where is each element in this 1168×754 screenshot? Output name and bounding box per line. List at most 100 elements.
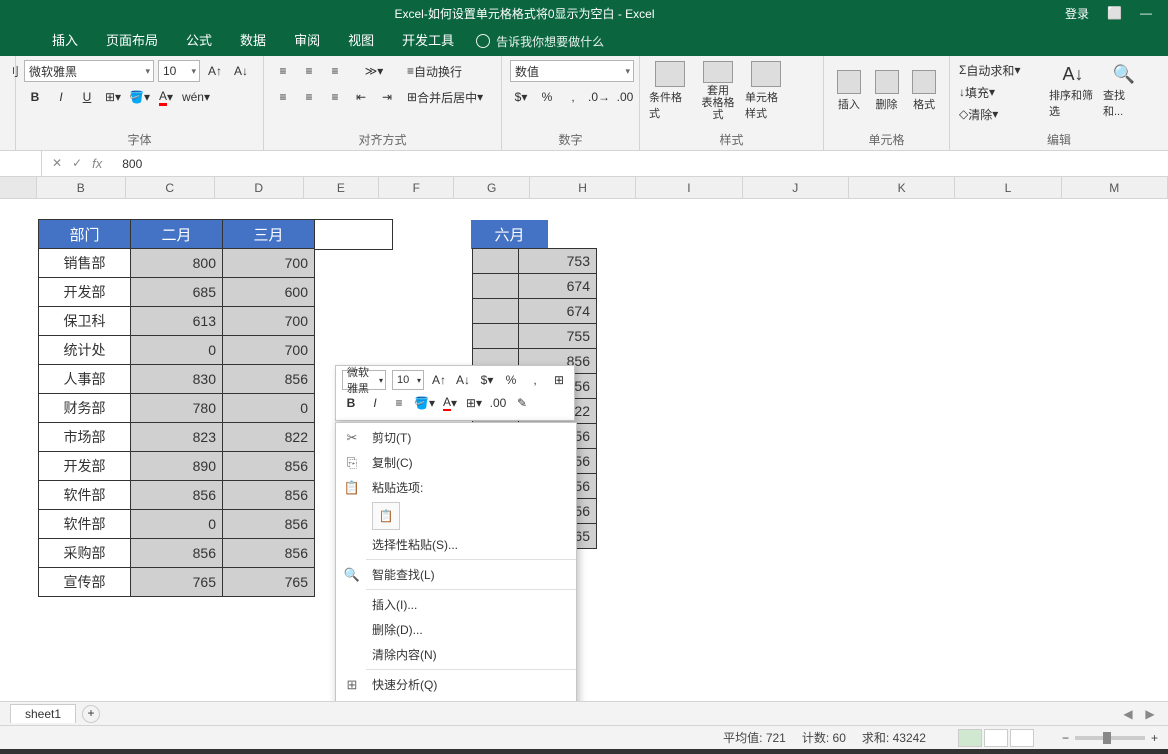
mini-font-name[interactable]: 微软雅黑 <box>342 370 386 390</box>
header-jun[interactable]: 六月 <box>471 220 549 250</box>
border-button[interactable]: ⊞▾ <box>102 86 124 108</box>
table-row[interactable]: 市场部823822 <box>39 423 315 452</box>
format-as-table-button[interactable]: 套用 表格格式 <box>696 60 740 122</box>
data-table[interactable]: 部门 二月 三月 六月 <box>38 219 393 250</box>
font-color-button[interactable]: A▾ <box>155 86 177 108</box>
table-row[interactable]: 开发部890856 <box>39 452 315 481</box>
select-all-corner[interactable] <box>0 177 37 198</box>
percent-button[interactable]: % <box>536 86 558 108</box>
col-header-M[interactable]: M <box>1062 177 1168 198</box>
increase-font-button[interactable]: A↑ <box>204 60 226 82</box>
tab-data[interactable]: 数据 <box>226 26 280 56</box>
mini-align[interactable]: ≡ <box>390 393 408 413</box>
italic-button[interactable]: I <box>50 86 72 108</box>
restore-button[interactable]: ⬜ <box>1107 6 1122 20</box>
header-feb[interactable]: 二月 <box>131 220 223 250</box>
align-bottom-button[interactable]: ≡ <box>324 60 346 82</box>
table-row[interactable]: 销售部800700 <box>39 249 315 278</box>
fill-button[interactable]: ↓ 填充 ▾ <box>958 82 1024 102</box>
login-button[interactable]: 登录 <box>1065 5 1089 22</box>
menu-copy[interactable]: ⎘复制(C) <box>336 450 576 475</box>
mini-decimals[interactable]: .00 <box>489 393 507 413</box>
tab-view[interactable]: 视图 <box>334 26 388 56</box>
mini-percent[interactable]: % <box>502 370 520 390</box>
delete-cells-button[interactable]: 删除 <box>870 60 904 122</box>
fill-color-button[interactable]: 🪣▾ <box>128 86 151 108</box>
zoom-control[interactable]: − + <box>1062 731 1158 745</box>
add-sheet-button[interactable]: + <box>82 705 100 723</box>
name-box[interactable] <box>0 151 42 176</box>
view-normal-button[interactable] <box>958 729 982 747</box>
tab-page-layout[interactable]: 页面布局 <box>92 26 172 56</box>
menu-delete[interactable]: 删除(D)... <box>336 617 576 642</box>
tell-me[interactable]: 告诉我你想要做什么 <box>476 33 604 50</box>
mini-font-size[interactable]: 10 <box>392 370 424 390</box>
wrap-text-button[interactable]: ≡ 自动换行 <box>402 60 498 82</box>
paste-option-default[interactable]: 📋 <box>372 502 400 530</box>
menu-paste-special[interactable]: 选择性粘贴(S)... <box>336 532 576 557</box>
table-row[interactable]: 开发部685600 <box>39 278 315 307</box>
col-header-I[interactable]: I <box>636 177 742 198</box>
orientation-button[interactable]: ≫▾ <box>350 60 398 82</box>
insert-cells-button[interactable]: 插入 <box>832 60 866 122</box>
increase-decimal-button[interactable]: .0→ <box>588 86 610 108</box>
font-name-select[interactable]: 微软雅黑 <box>24 60 154 82</box>
table-row[interactable]: 755 <box>473 324 597 349</box>
col-header-F[interactable]: F <box>379 177 454 198</box>
table-row[interactable]: 674 <box>473 299 597 324</box>
mini-border-icon[interactable]: ⊞ <box>550 370 568 390</box>
pinyin-button[interactable]: wén▾ <box>181 86 211 108</box>
mini-decrease-font[interactable]: A↓ <box>454 370 472 390</box>
table-row[interactable]: 软件部856856 <box>39 481 315 510</box>
sort-filter-button[interactable]: A↓排序和筛选 <box>1048 60 1098 122</box>
menu-quick-analysis[interactable]: ⊞快速分析(Q) <box>336 672 576 697</box>
mini-bold[interactable]: B <box>342 393 360 413</box>
tab-developer[interactable]: 开发工具 <box>388 26 468 56</box>
conditional-format-button[interactable]: 条件格式 <box>648 60 692 122</box>
font-size-select[interactable]: 10 <box>158 60 200 82</box>
underline-button[interactable]: U <box>76 86 98 108</box>
mini-borders[interactable]: ⊞▾ <box>465 393 483 413</box>
header-mar[interactable]: 三月 <box>223 220 315 250</box>
formula-input[interactable]: 800 <box>112 157 1168 171</box>
col-header-B[interactable]: B <box>37 177 126 198</box>
align-middle-button[interactable]: ≡ <box>298 60 320 82</box>
mini-font-color[interactable]: A▾ <box>441 393 459 413</box>
cancel-formula-button[interactable]: ✕ <box>52 156 62 171</box>
align-center-button[interactable]: ≡ <box>298 86 320 108</box>
scroll-left-button[interactable]: ◀ <box>1120 707 1136 721</box>
col-header-H[interactable]: H <box>530 177 636 198</box>
col-header-L[interactable]: L <box>955 177 1061 198</box>
tab-formulas[interactable]: 公式 <box>172 26 226 56</box>
mini-format-painter[interactable]: ✎ <box>513 393 531 413</box>
mini-currency[interactable]: $▾ <box>478 370 496 390</box>
mini-comma[interactable]: , <box>526 370 544 390</box>
table-row[interactable]: 软件部0856 <box>39 510 315 539</box>
menu-clear-contents[interactable]: 清除内容(N) <box>336 642 576 667</box>
view-page-layout-button[interactable] <box>984 729 1008 747</box>
fx-button[interactable]: fx <box>92 156 102 171</box>
align-top-button[interactable]: ≡ <box>272 60 294 82</box>
menu-smart-lookup[interactable]: 🔍智能查找(L) <box>336 562 576 587</box>
decrease-font-button[interactable]: A↓ <box>230 60 252 82</box>
col-header-C[interactable]: C <box>126 177 215 198</box>
table-row[interactable]: 财务部7800 <box>39 394 315 423</box>
menu-cut[interactable]: ✂剪切(T) <box>336 425 576 450</box>
zoom-slider[interactable] <box>1075 736 1145 740</box>
header-dept[interactable]: 部门 <box>39 220 131 250</box>
table-row[interactable]: 采购部856856 <box>39 539 315 568</box>
table-row[interactable]: 753 <box>473 249 597 274</box>
autosum-button[interactable]: Σ 自动求和 ▾ <box>958 60 1044 80</box>
zoom-in-button[interactable]: + <box>1151 731 1158 745</box>
align-right-button[interactable]: ≡ <box>324 86 346 108</box>
zoom-out-button[interactable]: − <box>1062 731 1069 745</box>
sheet-tab-sheet1[interactable]: sheet1 <box>10 704 76 723</box>
table-row[interactable]: 674 <box>473 274 597 299</box>
enter-formula-button[interactable]: ✓ <box>72 156 82 171</box>
increase-indent-button[interactable]: ⇥ <box>376 86 398 108</box>
table-row[interactable]: 统计处0700 <box>39 336 315 365</box>
table-row[interactable]: 保卫科613700 <box>39 307 315 336</box>
col-header-J[interactable]: J <box>743 177 849 198</box>
tab-insert[interactable]: 插入 <box>38 26 92 56</box>
table-row[interactable]: 人事部830856 <box>39 365 315 394</box>
